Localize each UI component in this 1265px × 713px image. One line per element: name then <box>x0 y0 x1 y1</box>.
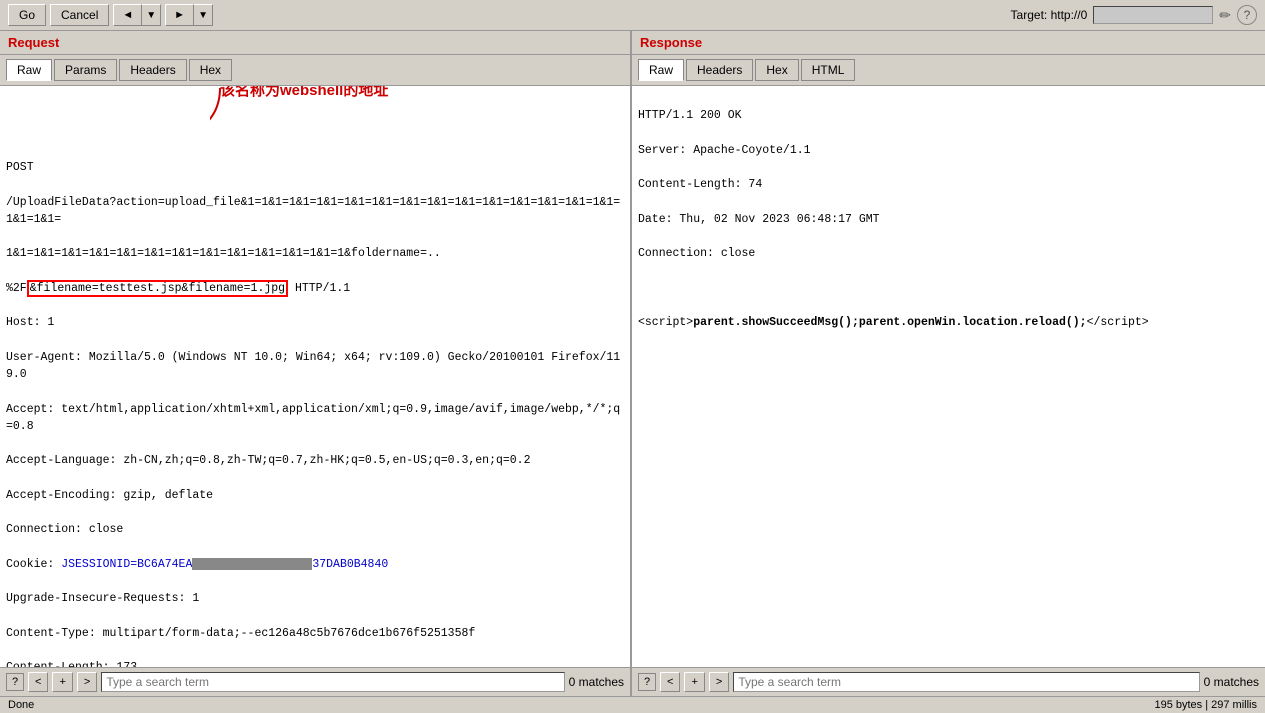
content-length-line: Content-Length: 173 <box>6 661 137 667</box>
request-search-next-plus[interactable]: + <box>52 672 72 692</box>
tab-request-headers[interactable]: Headers <box>119 59 186 81</box>
edit-icon-button[interactable]: ✏ <box>1219 7 1231 24</box>
response-search-prev[interactable]: < <box>660 672 680 692</box>
request-panel-header: Request <box>0 31 630 55</box>
upgrade-line: Upgrade-Insecure-Requests: 1 <box>6 592 199 605</box>
request-search-input[interactable] <box>101 672 564 692</box>
request-search-prev[interactable]: < <box>28 672 48 692</box>
request-matches-label: 0 matches <box>569 675 624 689</box>
request-url-line1: /UploadFileData?action=upload_file&1=1&1… <box>6 196 620 226</box>
cookie-line: Cookie: JSESSIONID=BC6A74EA37DAB0B4840 <box>6 558 388 571</box>
annotation-arrow <box>210 86 370 153</box>
forward-nav-group: ► ▼ <box>165 4 213 26</box>
request-tabs-row: Raw Params Headers Hex <box>0 55 630 86</box>
target-bar: Target: http://0 ✏ ? <box>1011 5 1257 25</box>
response-search-next[interactable]: > <box>709 672 729 692</box>
connection-line: Connection: close <box>6 523 123 536</box>
accept-language-line: Accept-Language: zh-CN,zh;q=0.8,zh-TW;q=… <box>6 454 531 467</box>
request-search-help[interactable]: ? <box>6 673 24 691</box>
host-line: Host: 1 <box>6 316 54 329</box>
cancel-button[interactable]: Cancel <box>50 4 109 26</box>
response-search-bar: ? < + > 0 matches <box>632 667 1265 696</box>
main-content: Request Raw Params Headers Hex 该名称为websh… <box>0 31 1265 696</box>
target-url-display <box>1093 6 1213 24</box>
tab-response-hex[interactable]: Hex <box>755 59 798 81</box>
back-button[interactable]: ◄ <box>113 4 142 26</box>
response-tabs-row: Raw Headers Hex HTML <box>632 55 1265 86</box>
response-status: HTTP/1.1 200 OK <box>638 109 742 122</box>
tab-request-hex[interactable]: Hex <box>189 59 232 81</box>
accept-encoding-line: Accept-Encoding: gzip, deflate <box>6 489 213 502</box>
response-server: Server: Apache-Coyote/1.1 <box>638 144 811 157</box>
session-id-redacted <box>192 558 312 570</box>
annotation-text: 该名称为webshell的地址 <box>220 86 388 103</box>
tab-request-raw[interactable]: Raw <box>6 59 52 81</box>
request-content[interactable]: 该名称为webshell的地址 POST /UploadFileData?act… <box>0 86 630 667</box>
tab-response-html[interactable]: HTML <box>801 59 856 81</box>
session-id-end: 37DAB0B4840 <box>312 558 388 571</box>
response-connection: Connection: close <box>638 247 755 260</box>
response-body: <script>parent.showSucceedMsg();parent.o… <box>638 316 1149 329</box>
accept-line: Accept: text/html,application/xhtml+xml,… <box>6 403 620 433</box>
request-method: POST <box>6 161 34 174</box>
status-right: 195 bytes | 297 millis <box>1154 699 1257 711</box>
help-icon-button[interactable]: ? <box>1237 5 1257 25</box>
tab-response-headers[interactable]: Headers <box>686 59 753 81</box>
response-panel: Response Raw Headers Hex HTML HTTP/1.1 2… <box>632 31 1265 696</box>
request-url-line2: 1&1=1&1=1&1=1&1=1&1=1&1=1&1=1&1=1&1=1&1=… <box>6 247 441 260</box>
response-content[interactable]: HTTP/1.1 200 OK Server: Apache-Coyote/1.… <box>632 86 1265 667</box>
response-content-length: Content-Length: 74 <box>638 178 762 191</box>
back-nav-group: ◄ ▼ <box>113 4 161 26</box>
target-label: Target: http://0 <box>1011 8 1088 22</box>
useragent-line: User-Agent: Mozilla/5.0 (Windows NT 10.0… <box>6 351 620 381</box>
status-bar: Done 195 bytes | 297 millis <box>0 696 1265 713</box>
back-dropdown-button[interactable]: ▼ <box>142 4 161 26</box>
request-search-bar: ? < + > 0 matches <box>0 667 630 696</box>
response-search-help[interactable]: ? <box>638 673 656 691</box>
session-id: JSESSIONID=BC6A74EA <box>61 558 192 571</box>
toolbar: Go Cancel ◄ ▼ ► ▼ Target: http://0 ✏ ? <box>0 0 1265 31</box>
request-search-next[interactable]: > <box>77 672 97 692</box>
response-panel-header: Response <box>632 31 1265 55</box>
forward-button[interactable]: ► <box>165 4 194 26</box>
filename-highlight: &filename=testtest.jsp&filename=1.jpg <box>27 280 288 297</box>
forward-dropdown-button[interactable]: ▼ <box>194 4 213 26</box>
response-search-next-plus[interactable]: + <box>684 672 704 692</box>
request-panel: Request Raw Params Headers Hex 该名称为websh… <box>0 31 632 696</box>
go-button[interactable]: Go <box>8 4 46 26</box>
request-url-line3: %2F&filename=testtest.jsp&filename=1.jpg… <box>6 280 350 297</box>
status-left: Done <box>8 699 34 711</box>
tab-response-raw[interactable]: Raw <box>638 59 684 81</box>
tab-request-params[interactable]: Params <box>54 59 117 81</box>
response-matches-label: 0 matches <box>1204 675 1259 689</box>
response-date: Date: Thu, 02 Nov 2023 06:48:17 GMT <box>638 213 880 226</box>
response-search-input[interactable] <box>733 672 1199 692</box>
content-type-line: Content-Type: multipart/form-data;--ec12… <box>6 627 475 640</box>
